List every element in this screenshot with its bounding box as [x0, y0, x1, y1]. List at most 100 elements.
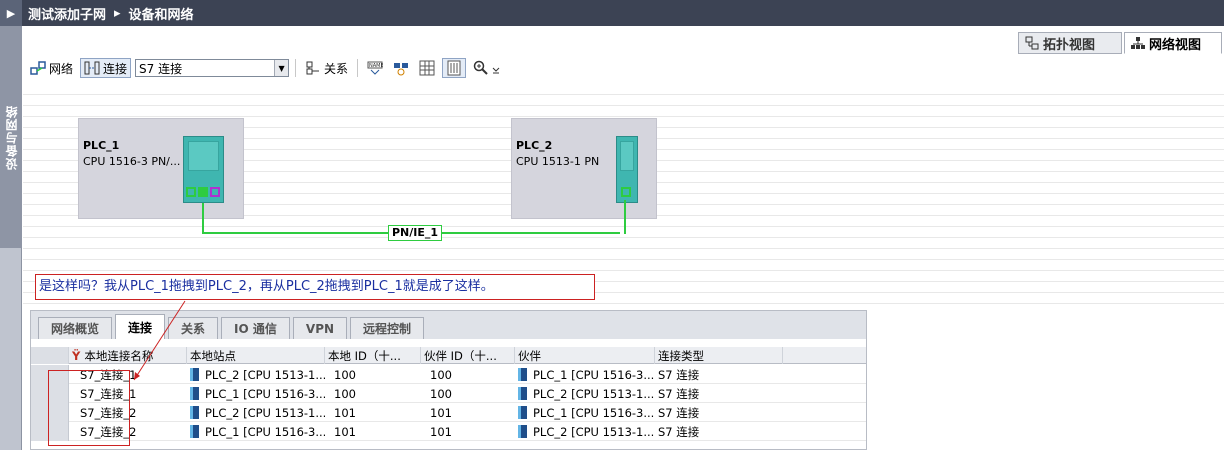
network-mode-icon	[30, 60, 46, 76]
device-icon	[518, 387, 527, 400]
column-header-local-station[interactable]: 本地站点	[187, 347, 325, 364]
device-plc-1[interactable]: PLC_1 CPU 1516-3 PN/...	[78, 118, 244, 219]
topology-view-label: 拓扑视图	[1043, 37, 1096, 53]
tab-network-overview[interactable]: 网络概览	[38, 317, 113, 339]
cell-local-station: PLC_2 [CPU 1513-1...	[187, 365, 325, 384]
device-plc-2[interactable]: PLC_2 CPU 1513-1 PN	[511, 118, 657, 219]
topology-icon	[1025, 36, 1039, 50]
device-icon	[190, 368, 199, 381]
cell-local-id: 100	[334, 386, 356, 401]
table-row[interactable]: S7_连接_1 PLC_1 [CPU 1516-3... 100 100 PLC…	[31, 384, 866, 403]
annotation-highlight-box	[48, 370, 130, 446]
show-address-button[interactable]	[390, 58, 412, 78]
device-icon	[190, 406, 199, 419]
topology-view-button[interactable]: 拓扑视图	[1018, 32, 1122, 54]
device-name: PLC_2	[516, 139, 553, 152]
network-mode-button[interactable]: 网络	[27, 58, 76, 78]
toolbar: 网络 连接 S7 连接 ▼ 关系 NAME	[23, 56, 1224, 80]
cell-local-station: PLC_1 [CPU 1516-3...	[187, 422, 325, 441]
column-header-local-name[interactable]: Ÿ 本地连接名称	[69, 347, 187, 364]
subnet-line[interactable]	[624, 200, 626, 234]
tab-remote-control[interactable]: 远程控制	[350, 317, 425, 339]
zoom-in-icon	[473, 60, 489, 76]
port-icon[interactable]	[210, 187, 220, 197]
zoom-button[interactable]	[470, 58, 503, 78]
network-view-button[interactable]: 网络视图	[1124, 32, 1222, 54]
column-header-partner-id[interactable]: 伙伴 ID（十...	[421, 347, 515, 364]
column-header-local-id[interactable]: 本地 ID（十...	[325, 347, 421, 364]
breadcrumb-separator: ▸	[114, 5, 121, 21]
connection-type-dropdown[interactable]: S7 连接 ▼	[135, 59, 290, 77]
cell-partner: PLC_2 [CPU 1513-1...	[515, 422, 655, 441]
svg-text:NAME: NAME	[369, 63, 383, 69]
annotation-callout: 是这样吗？我从PLC_1拖拽到PLC_2，再从PLC_2拖拽到PLC_1就是成了…	[35, 274, 595, 300]
column-header-empty	[783, 347, 866, 364]
sidebar-tab-label: 设备与网络	[4, 104, 19, 170]
cell-partner-id: 100	[430, 367, 452, 382]
tab-vpn[interactable]: VPN	[292, 317, 348, 339]
diagnostics-icon: Ÿ	[72, 348, 81, 363]
cell-partner: PLC_2 [CPU 1513-1...	[515, 384, 655, 403]
cell-local-id: 100	[334, 367, 356, 382]
cell-connection-type: S7 连接	[658, 405, 700, 420]
show-name-button[interactable]: NAME	[364, 58, 386, 78]
address-icon	[393, 60, 409, 76]
cell-connection-type: S7 连接	[658, 386, 700, 401]
network-view-label: 网络视图	[1149, 37, 1202, 53]
collapse-arrow-icon[interactable]: ▶	[0, 0, 22, 26]
zoom-dropdown-icon[interactable]	[492, 60, 500, 76]
cell-partner-id: 100	[430, 386, 452, 401]
column-header-partner[interactable]: 伙伴	[515, 347, 655, 364]
panel-tabs: 网络概览 连接 关系 IO 通信 VPN 远程控制	[31, 311, 866, 339]
table-row[interactable]: S7_连接_2 PLC_2 [CPU 1513-1... 101 101 PLC…	[31, 403, 866, 422]
subnet-label[interactable]: PN/IE_1	[388, 225, 443, 241]
relations-label: 关系	[324, 61, 349, 76]
device-icon	[518, 368, 527, 381]
port-icon[interactable]	[621, 187, 631, 197]
cell-local-id: 101	[334, 424, 356, 439]
toolbar-divider	[357, 59, 359, 77]
table-row[interactable]: S7_连接_2 PLC_1 [CPU 1516-3... 101 101 PLC…	[31, 422, 866, 441]
sidebar: 设备与网络	[0, 26, 22, 450]
main-area: 拓扑视图 网络视图 网络 连接 S7 连接 ▼ 关系 NAME PLC_1 CP…	[23, 26, 1224, 450]
toolbar-divider	[295, 59, 297, 77]
device-icon	[518, 425, 527, 438]
relations-button[interactable]: 关系	[302, 58, 351, 78]
tab-io-communication[interactable]: IO 通信	[221, 317, 290, 339]
column-header-connection-type[interactable]: 连接类型	[655, 347, 783, 364]
breadcrumb-project[interactable]: 测试添加子网	[22, 4, 106, 23]
cell-partner: PLC_1 [CPU 1516-3...	[515, 403, 655, 422]
table-row[interactable]: S7_连接_1 PLC_2 [CPU 1513-1... 100 100 PLC…	[31, 365, 866, 384]
cell-local-station: PLC_2 [CPU 1513-1...	[187, 403, 325, 422]
cell-partner-id: 101	[430, 405, 452, 420]
connections-panel: 网络概览 连接 关系 IO 通信 VPN 远程控制 Ÿ 本地连接名称 本地站点 …	[30, 310, 867, 450]
grid-icon	[419, 60, 435, 76]
subnet-line[interactable]	[202, 203, 204, 234]
sidebar-tab-devices-networks[interactable]: 设备与网络	[0, 26, 22, 248]
grid-toggle-button[interactable]	[416, 58, 438, 78]
view-switch-row: 拓扑视图 网络视图	[23, 30, 1224, 54]
cpu-module-icon	[183, 136, 224, 203]
device-icon	[190, 387, 199, 400]
row-header-corner	[31, 347, 69, 364]
relations-icon	[305, 60, 321, 76]
connection-type-value: S7 连接	[139, 61, 183, 76]
dropdown-arrow-icon[interactable]: ▼	[274, 60, 289, 76]
cell-local-station: PLC_1 [CPU 1516-3...	[187, 384, 325, 403]
connect-mode-icon	[84, 60, 100, 76]
tab-relations[interactable]: 关系	[168, 317, 219, 339]
table-header: Ÿ 本地连接名称 本地站点 本地 ID（十... 伙伴 ID（十... 伙伴 连…	[31, 347, 866, 364]
breadcrumb-page: 设备和网络	[128, 7, 194, 23]
cell-local-id: 101	[334, 405, 356, 420]
cell-partner-id: 101	[430, 424, 452, 439]
connect-mode-button[interactable]: 连接	[80, 58, 132, 78]
page-break-button[interactable]	[442, 58, 467, 78]
network-view-icon	[1131, 36, 1145, 50]
port-icon[interactable]	[186, 187, 196, 197]
cell-connection-type: S7 连接	[658, 424, 700, 439]
tab-connections[interactable]: 连接	[115, 314, 166, 339]
network-mode-label: 网络	[49, 61, 74, 76]
page-layout-icon	[446, 60, 462, 76]
name-tag-icon: NAME	[367, 60, 384, 76]
port-icon[interactable]	[198, 187, 208, 197]
